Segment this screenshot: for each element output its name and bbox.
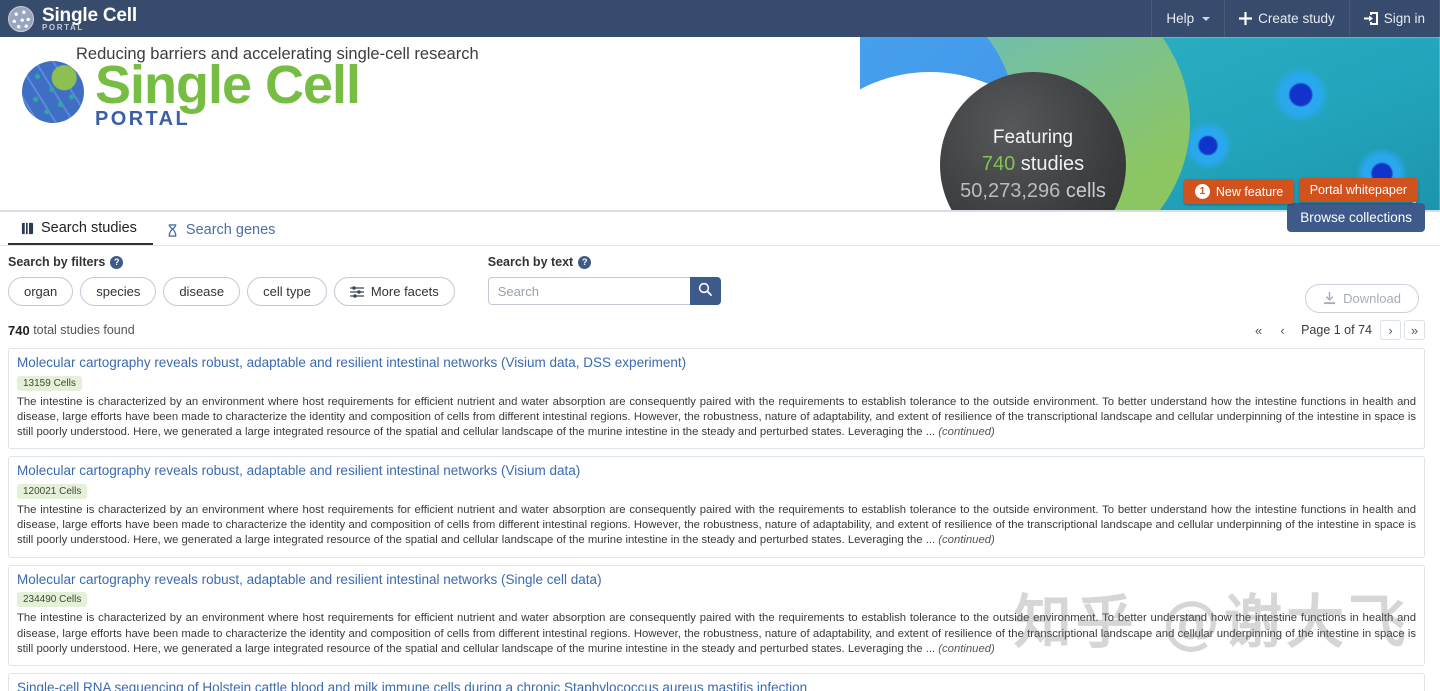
nav-sign-in-label: Sign in: [1383, 11, 1425, 26]
navbar-brand-logo[interactable]: Single Cell PORTAL: [8, 4, 137, 32]
study-continued-label: (continued): [938, 642, 995, 655]
help-icon-text-search[interactable]: ?: [578, 255, 592, 269]
pagination-last-button[interactable]: »: [1404, 320, 1425, 340]
search-input[interactable]: [487, 277, 690, 305]
study-title-link[interactable]: Molecular cartography reveals robust, ad…: [17, 572, 1416, 589]
search-submit-button[interactable]: [689, 277, 721, 305]
more-facets-label: More facets: [370, 284, 439, 299]
facet-organ[interactable]: organ: [8, 277, 74, 306]
search-by-text-label-row: Search by text ?: [488, 255, 721, 269]
facet-cell-type[interactable]: cell type: [247, 277, 327, 306]
navbar-brand-title: Single Cell: [42, 4, 137, 26]
study-result-card: Molecular cartography reveals robust, ad…: [8, 348, 1425, 450]
search-by-filters-label-row: Search by filters ?: [8, 255, 455, 269]
study-cell-count-badge: 120021 Cells: [17, 484, 88, 500]
nav-create-study-button[interactable]: Create study: [1224, 0, 1349, 37]
download-icon: [1323, 292, 1336, 305]
new-feature-label: New feature: [1215, 184, 1284, 199]
study-description-text: The intestine is characterized by an env…: [17, 395, 1416, 439]
download-label: Download: [1343, 291, 1401, 306]
chevron-down-icon: [1202, 16, 1211, 21]
featuring-label: Featuring: [992, 127, 1074, 148]
nav-sign-in-button[interactable]: Sign in: [1348, 0, 1440, 37]
new-feature-button[interactable]: 1 New feature: [1183, 179, 1295, 204]
download-button[interactable]: Download: [1305, 284, 1419, 313]
portal-whitepaper-button[interactable]: Portal whitepaper: [1298, 178, 1418, 202]
total-studies-text: total studies found: [33, 323, 135, 337]
study-result-card: Molecular cartography reveals robust, ad…: [8, 456, 1425, 558]
study-title-link[interactable]: Molecular cartography reveals robust, ad…: [17, 355, 1416, 372]
help-icon-filters[interactable]: ?: [110, 255, 124, 269]
book-icon: [21, 222, 34, 235]
pagination-next-button[interactable]: ›: [1380, 320, 1401, 340]
search-icon: [698, 282, 713, 301]
cell-cluster-logo-icon: [22, 61, 84, 123]
results-summary-row: 740 total studies found « ‹ Page 1 of 74…: [8, 320, 1425, 340]
study-continued-label: (continued): [938, 534, 995, 547]
new-feature-count-badge: 1: [1194, 184, 1210, 199]
search-by-filters-label: Search by filters: [8, 255, 106, 269]
total-studies-count: 740: [8, 322, 30, 338]
hero-banner: Featuring 740 studies 50,273,296 cells S…: [0, 37, 1440, 212]
tab-search-genes[interactable]: Search genes: [153, 216, 291, 245]
study-cell-count-badge: 234490 Cells: [17, 592, 88, 608]
facet-pill-row: organ species disease cell type More fac…: [8, 277, 455, 306]
study-cell-count-badge: 13159 Cells: [17, 375, 82, 391]
study-result-card: Molecular cartography reveals robust, ad…: [8, 564, 1425, 666]
nav-help-menu[interactable]: Help: [1151, 0, 1224, 37]
studies-count: 740: [981, 153, 1016, 175]
cell-cluster-icon: [8, 5, 34, 32]
pagination-first-button[interactable]: «: [1248, 320, 1269, 340]
nav-create-study-label: Create study: [1258, 11, 1335, 26]
search-by-text-label: Search by text: [487, 255, 574, 269]
portal-logo: Single Cell PORTAL: [22, 55, 361, 131]
facet-disease[interactable]: disease: [163, 277, 241, 306]
tab-search-genes-label: Search genes: [185, 222, 276, 238]
pagination-controls: « ‹ Page 1 of 74 › »: [1248, 320, 1425, 340]
study-description-text: The intestine is characterized by an env…: [17, 504, 1416, 547]
facet-species[interactable]: species: [80, 277, 157, 306]
browse-collections-button[interactable]: Browse collections: [1287, 203, 1425, 232]
search-controls: Search by filters ? organ species diseas…: [0, 246, 1440, 313]
study-result-card: Single-cell RNA sequencing of Holstein c…: [8, 672, 1425, 691]
tab-search-studies[interactable]: Search studies: [8, 214, 153, 245]
study-description: The intestine is characterized by an env…: [17, 503, 1416, 548]
filter-section: Search by filters ? organ species diseas…: [8, 255, 455, 306]
study-results-list: Molecular cartography reveals robust, ad…: [8, 348, 1425, 691]
portal-whitepaper-label: Portal whitepaper: [1309, 183, 1407, 197]
cells-word: cells: [1065, 180, 1106, 202]
study-title-link[interactable]: Molecular cartography reveals robust, ad…: [17, 463, 1416, 480]
study-continued-label: (continued): [938, 426, 995, 439]
dna-icon: [166, 223, 179, 237]
study-title-link[interactable]: Single-cell RNA sequencing of Holstein c…: [17, 680, 1416, 691]
sign-in-icon: [1363, 12, 1378, 25]
study-description: The intestine is characterized by an env…: [17, 611, 1416, 656]
more-facets-button[interactable]: More facets: [333, 277, 455, 306]
study-description-text: The intestine is characterized by an env…: [17, 612, 1416, 655]
tab-search-studies-label: Search studies: [41, 220, 137, 236]
filter-sliders-icon: [349, 285, 364, 298]
studies-word: studies: [1020, 153, 1085, 175]
cells-count: 50,273,296: [960, 180, 1061, 202]
pagination-page-label: Page 1 of 74: [1301, 323, 1372, 337]
text-search-section: Search by text ?: [487, 255, 721, 305]
pagination-prev-button[interactable]: ‹: [1272, 320, 1293, 340]
study-description: The intestine is characterized by an env…: [17, 395, 1416, 440]
portal-logo-title: Single Cell: [95, 55, 361, 115]
nav-help-label: Help: [1166, 11, 1195, 26]
plus-icon: [1239, 12, 1253, 25]
top-navigation-bar: Single Cell PORTAL Help Create study Sig…: [0, 0, 1440, 37]
search-tabs: Search studies Search genes Browse colle…: [0, 203, 1440, 246]
